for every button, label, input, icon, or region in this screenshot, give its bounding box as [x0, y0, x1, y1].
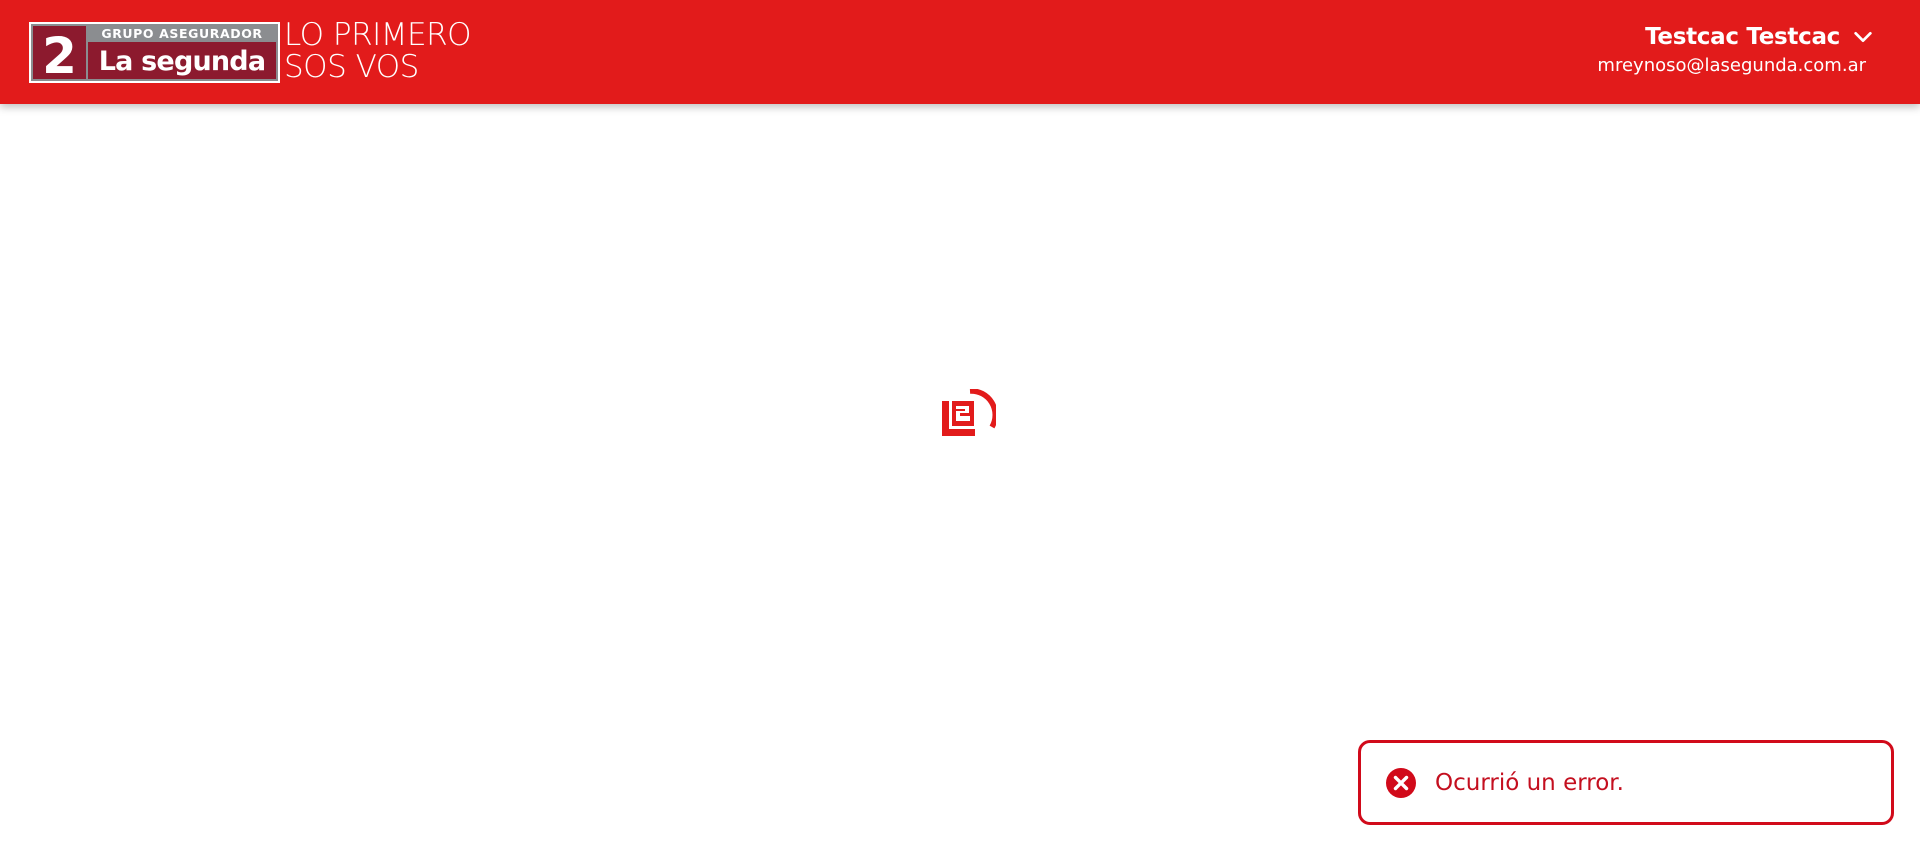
app-header: 2 GRUPO ASEGURADOR La segunda LO PRIMERO…: [0, 0, 1920, 104]
logo-emblem-text: 2: [42, 27, 77, 83]
logo-brand-text: La segunda: [99, 46, 266, 77]
tagline-line-2: SOS VOS: [284, 49, 419, 85]
loading-spinner: [940, 388, 998, 441]
logo-image: 2 GRUPO ASEGURADOR La segunda: [29, 22, 280, 83]
tagline-line-1: LO PRIMERO: [284, 17, 472, 53]
error-circle-icon: [1386, 767, 1416, 798]
tagline: LO PRIMERO SOS VOS: [284, 17, 472, 85]
la-segunda-logo[interactable]: 2 GRUPO ASEGURADOR La segunda: [29, 22, 280, 83]
user-email: mreynoso@lasegunda.com.ar: [1597, 55, 1866, 76]
error-toast: Ocurrió un error.: [1358, 740, 1894, 825]
error-message: Ocurrió un error.: [1435, 769, 1624, 796]
logo-group-text: GRUPO ASEGURADOR: [101, 26, 262, 41]
user-menu[interactable]: Testcac Testcac mreynoso@lasegunda.com.a…: [1597, 22, 1872, 76]
chevron-down-icon[interactable]: [1852, 26, 1874, 48]
user-name: Testcac Testcac: [1645, 24, 1840, 50]
la-segunda-spinner-icon: [942, 388, 998, 436]
